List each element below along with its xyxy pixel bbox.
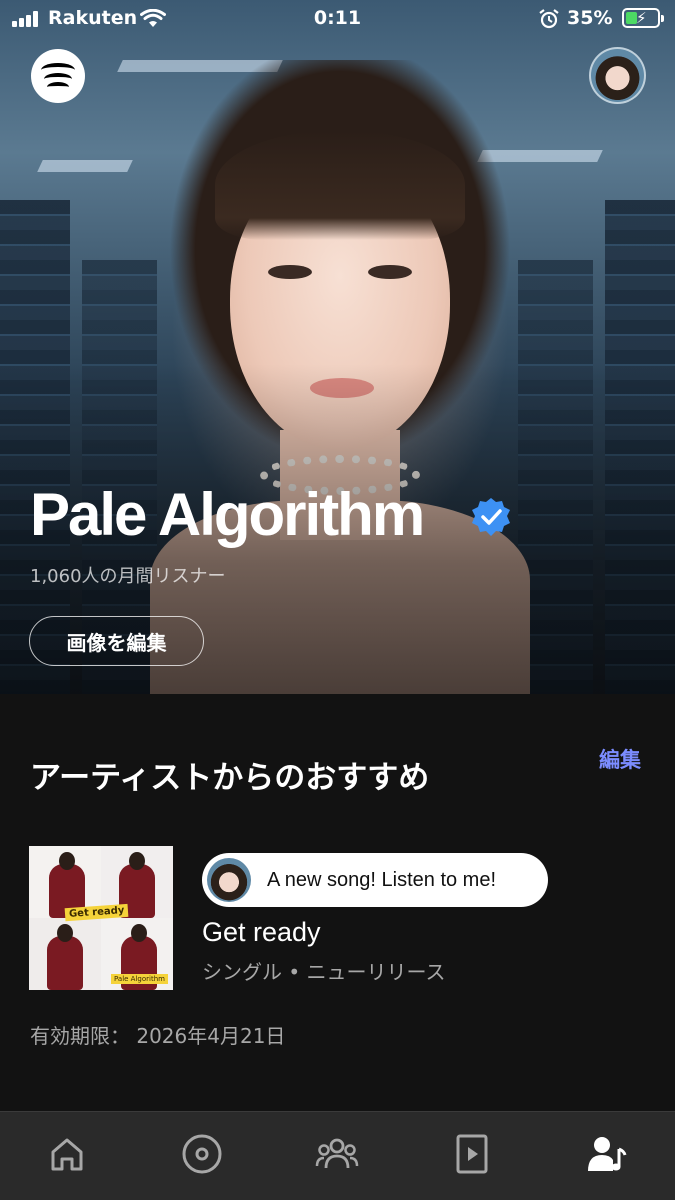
artist-profile-icon <box>588 1137 627 1171</box>
verified-badge-icon <box>472 498 510 536</box>
tab-music[interactable] <box>180 1132 224 1176</box>
tab-video[interactable] <box>450 1132 494 1176</box>
tab-home[interactable] <box>45 1132 89 1176</box>
bottom-tab-bar <box>0 1111 675 1200</box>
profile-avatar[interactable] <box>589 47 646 104</box>
edit-image-button[interactable]: 画像を編集 <box>29 616 204 666</box>
status-bar: Rakuten 0:11 35% ⚡ <box>0 0 675 40</box>
message-avatar <box>207 858 251 902</box>
battery-icon: ⚡ <box>622 8 664 28</box>
artist-name: Pale Algorithm <box>30 481 425 548</box>
portrait-eye <box>368 265 412 279</box>
audience-icon <box>315 1138 359 1169</box>
carrier-name: Rakuten <box>48 7 138 29</box>
artist-header-image <box>0 0 675 694</box>
disc-icon <box>182 1134 222 1174</box>
cover-artist-text: Pale Algorithm <box>111 974 168 984</box>
section-title: アーティストからのおすすめ <box>30 760 430 796</box>
release-cover-art[interactable]: Get ready Pale Algorithm <box>29 846 173 990</box>
artist-message-bubble: A new song! Listen to me! <box>202 853 548 907</box>
monthly-listeners: 1,060人の月間リスナー <box>30 566 226 587</box>
release-title[interactable]: Get ready <box>202 917 321 948</box>
wifi-icon <box>140 9 166 27</box>
cellular-signal-icon <box>12 11 42 27</box>
battery-percentage: 35% <box>567 7 613 29</box>
tab-profile[interactable] <box>585 1132 629 1176</box>
portrait-eye <box>268 265 312 279</box>
ceiling-light <box>37 160 133 172</box>
video-icon <box>456 1134 488 1174</box>
artist-message: A new song! Listen to me! <box>267 868 497 891</box>
expiry-date: 有効期限： 2026年4月21日 <box>30 1024 286 1048</box>
alarm-icon <box>539 9 559 29</box>
home-icon <box>51 1138 83 1171</box>
portrait-bangs <box>215 130 465 240</box>
tab-audience[interactable] <box>315 1132 359 1176</box>
clock: 0:11 <box>313 7 362 29</box>
release-subtitle: シングル • ニューリリース <box>202 960 446 984</box>
spotify-logo-icon[interactable] <box>31 49 85 103</box>
edit-recommendation-link[interactable]: 編集 <box>599 744 641 774</box>
